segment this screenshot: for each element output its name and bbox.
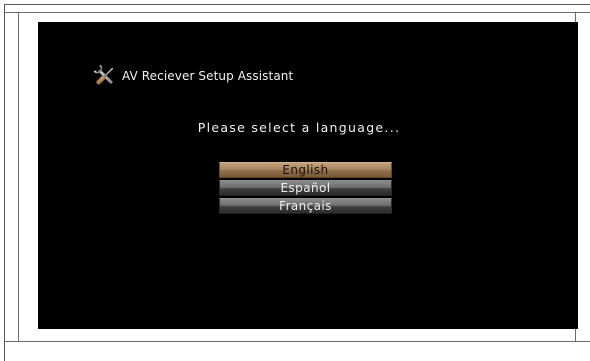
frame-line-top <box>4 12 590 13</box>
frame-line-left <box>18 12 19 341</box>
app-title: AV Reciever Setup Assistant <box>92 63 293 89</box>
app-title-text: AV Reciever Setup Assistant <box>122 69 294 83</box>
language-option-francais[interactable]: Français <box>219 198 392 214</box>
tools-icon <box>93 64 114 85</box>
language-option-espanol[interactable]: Español <box>219 180 392 196</box>
frame-line-bottom <box>4 341 590 342</box>
language-option-english[interactable]: English <box>219 162 392 178</box>
language-prompt: Please select a language... <box>197 120 401 135</box>
language-list: English Español Français <box>219 162 392 214</box>
